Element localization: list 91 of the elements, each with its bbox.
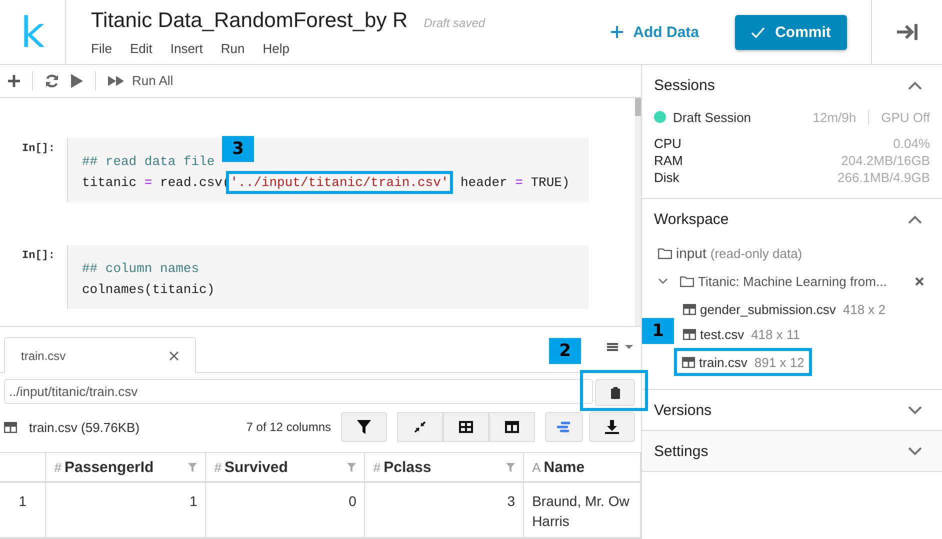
file-tab[interactable]: train.csv: [4, 337, 196, 373]
scrollbar[interactable]: [635, 98, 641, 326]
table-icon: [683, 328, 696, 340]
stat-label: RAM: [654, 152, 683, 169]
dataset-file-row[interactable]: gender_submission.csv 418 x 2: [678, 298, 891, 320]
file-size: 418 x 2: [842, 302, 886, 316]
grid-icon: [459, 421, 473, 433]
cell-prompt: In[]:: [21, 248, 56, 264]
refresh-icon[interactable]: [45, 74, 59, 88]
file-name: gender_submission.csv: [700, 302, 836, 316]
add-data-button[interactable]: Add Data: [605, 22, 705, 42]
menu-item[interactable]: Insert: [170, 40, 203, 56]
file-label: train.csv (59.76KB): [29, 420, 141, 434]
bars-icon: [557, 421, 571, 433]
stats-button[interactable]: [545, 412, 583, 442]
chevron-down-icon[interactable]: [908, 446, 922, 456]
dataset-name[interactable]: Titanic: Machine Learning from...: [698, 274, 911, 288]
chevron-down-icon[interactable]: [658, 278, 668, 284]
code-comment: ## column names: [82, 260, 200, 278]
stat-value: 204.2MB/16GB: [841, 152, 930, 169]
grid-view-button[interactable]: [443, 412, 489, 442]
section-title: Workspace: [654, 210, 729, 228]
menu-item[interactable]: File: [91, 40, 112, 56]
notebook-title[interactable]: Titanic Data_RandomForest_by R: [91, 8, 408, 32]
run-all-button[interactable]: Run All: [108, 73, 174, 88]
fast-forward-icon: [108, 76, 124, 86]
file-name: train.csv: [699, 354, 748, 370]
code-comment: ## read data file: [82, 152, 216, 171]
collapse-panel-icon[interactable]: [896, 23, 918, 41]
cell-prompt: In[]:: [21, 142, 56, 157]
file-size: 891 x 12: [754, 354, 804, 370]
check-icon: [751, 26, 766, 38]
dataset-file-row[interactable]: test.csv 418 x 11: [678, 323, 805, 345]
collapse-arrows-icon: [414, 421, 426, 433]
code-line: titanic = read.csv('../input/titanic/train.csv' header = TRUE): [82, 172, 589, 193]
folder-name: input: [676, 245, 706, 261]
columns-icon: [505, 421, 519, 433]
chevron-down-icon[interactable]: [908, 406, 922, 414]
table-cell: Braund, Mr. Ow Harris: [524, 482, 640, 538]
menu-icon[interactable]: [607, 342, 633, 352]
callout-number: 2: [549, 338, 581, 364]
close-icon[interactable]: [169, 350, 179, 360]
path-field[interactable]: ../input/titanic/train.csv: [4, 379, 593, 404]
section-title: Versions: [654, 402, 712, 418]
add-icon[interactable]: [8, 74, 20, 87]
stat-value: 266.1MB/4.9GB: [838, 169, 930, 186]
folder-icon: [680, 276, 694, 286]
filter-icon: [357, 420, 371, 434]
session-name: Draft Session: [673, 110, 752, 124]
code-line: colnames(titanic): [82, 280, 216, 299]
session-time: 12m/9h: [812, 110, 870, 124]
menu-item[interactable]: Run: [220, 40, 245, 56]
file-size: 418 x 11: [751, 326, 800, 342]
download-icon: [605, 420, 619, 434]
stat-value: 0.04%: [893, 135, 930, 152]
stat-label: CPU: [654, 135, 682, 152]
clipboard-icon: [610, 386, 620, 398]
callout-number: 3: [222, 136, 254, 162]
tab-label: train.csv: [21, 348, 66, 362]
table-cell: 1: [0, 482, 46, 538]
copy-button[interactable]: [595, 379, 635, 406]
folder-item[interactable]: input (read-only data): [658, 239, 930, 267]
section-title: Sessions: [654, 76, 715, 94]
table-cell: 3: [364, 482, 524, 538]
file-name: test.csv: [700, 326, 744, 342]
chevron-up-icon[interactable]: [908, 214, 922, 224]
status-dot: [654, 111, 666, 123]
table-icon: [682, 356, 695, 368]
menu-item[interactable]: Edit: [130, 40, 152, 56]
download-button[interactable]: [589, 412, 635, 442]
close-icon[interactable]: [915, 276, 924, 286]
table-icon: [683, 304, 696, 314]
code-cell[interactable]: ## read data file titanic = read.csv('../input/titanic/train.csv' header = TRUE) 3: [67, 138, 589, 202]
table-cell: 1: [46, 482, 206, 538]
plus-icon: [611, 26, 624, 38]
save-status: Draft saved: [424, 16, 486, 30]
column-view-button[interactable]: [489, 412, 535, 442]
menu-item[interactable]: Help: [262, 40, 290, 56]
folder-note: (read-only data): [710, 246, 802, 260]
stat-label: Disk: [654, 169, 680, 186]
filter-button[interactable]: [341, 412, 387, 442]
table-cell: 0: [206, 482, 365, 538]
column-count: 7 of 12 columns: [246, 420, 331, 434]
section-title: Settings: [654, 442, 708, 460]
play-icon[interactable]: [71, 74, 83, 88]
code-cell[interactable]: ## column names colnames(titanic): [67, 244, 589, 309]
folder-icon: [658, 248, 672, 258]
chevron-up-icon[interactable]: [908, 80, 922, 90]
callout-number: 1: [642, 318, 674, 344]
commit-button[interactable]: Commit: [735, 14, 847, 50]
table-icon: [4, 422, 17, 432]
